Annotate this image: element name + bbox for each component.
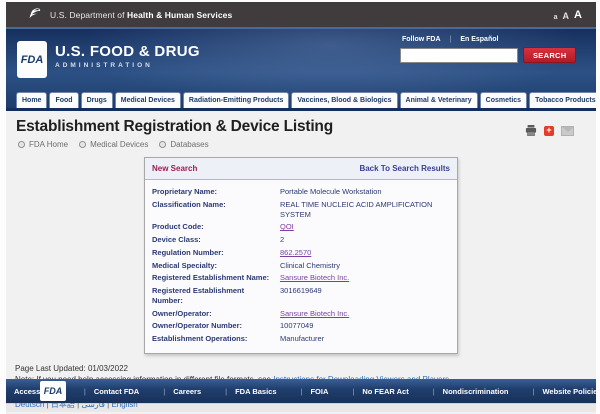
field-label: Medical Specialty: <box>152 261 280 271</box>
breadcrumb-databases[interactable]: Databases <box>159 140 208 149</box>
table-row: Establishment Operations: Manufacturer <box>152 334 450 344</box>
search-button[interactable]: SEARCH <box>523 47 576 63</box>
field-label: Owner/Operator: <box>152 309 280 319</box>
page-action-icons: + <box>525 125 574 136</box>
follow-fda-link[interactable]: Follow FDA <box>402 36 441 43</box>
footer-fda-logo[interactable]: FDA <box>40 381 66 401</box>
field-value: Manufacturer <box>280 334 450 344</box>
dept-label: U.S. Department of Health & Human Servic… <box>50 10 232 20</box>
owner-operator-link[interactable]: Sansure Biotech Inc. <box>280 309 450 319</box>
tab-medical-devices[interactable]: Medical Devices <box>115 92 181 108</box>
footer-link-fda-basics[interactable]: FDA Basics <box>227 387 302 396</box>
footer-link-website-policies[interactable]: Website Policies / Privacy <box>534 387 600 396</box>
field-label: Establishment Operations: <box>152 334 280 344</box>
main-content: Establishment Registration & Device List… <box>6 111 596 379</box>
record-table: Proprietary Name: Portable Molecule Work… <box>145 180 457 353</box>
fda-header: FDA U.S. FOOD & DRUG ADMINISTRATION Foll… <box>6 27 596 111</box>
footer-link-no-fear-act[interactable]: No FEAR Act <box>354 387 434 396</box>
field-value: Portable Molecule Workstation <box>280 187 450 197</box>
tab-drugs[interactable]: Drugs <box>81 92 113 108</box>
breadcrumb-bullet-icon <box>18 141 25 148</box>
font-size-controls: a A A <box>554 9 588 21</box>
breadcrumb-fda-home[interactable]: FDA Home <box>18 140 68 149</box>
field-label: Registered Establishment Name: <box>152 273 280 283</box>
tab-food[interactable]: Food <box>49 92 78 108</box>
last-updated-text: Page Last Updated: 01/03/2022 <box>15 363 586 375</box>
fda-page: U.S. Department of Health & Human Servic… <box>6 2 596 414</box>
header-right: Follow FDA | En Español SEARCH <box>400 36 572 63</box>
agency-name-line2: ADMINISTRATION <box>55 62 200 69</box>
tab-home[interactable]: Home <box>16 92 47 108</box>
breadcrumb-label: Medical Devices <box>90 140 148 149</box>
new-search-link[interactable]: New Search <box>152 164 197 173</box>
print-icon[interactable] <box>525 125 537 136</box>
font-size-medium-button[interactable]: A <box>563 11 570 21</box>
breadcrumb: FDA Home Medical Devices Databases <box>6 136 596 149</box>
footer-link-foia[interactable]: FOIA <box>302 387 354 396</box>
table-row: Owner/Operator Number: 10077049 <box>152 321 450 331</box>
table-row: Device Class: 2 <box>152 235 450 245</box>
table-row: Registered Establishment Name: Sansure B… <box>152 273 450 283</box>
field-value: 3016619649 <box>280 286 450 306</box>
header-link-separator: | <box>450 36 452 43</box>
dept-bold: Health & Human Services <box>127 10 232 20</box>
back-to-search-results-link[interactable]: Back To Search Results <box>359 164 450 173</box>
font-size-large-button[interactable]: A <box>574 9 582 21</box>
tab-radiation-emitting-products[interactable]: Radiation-Emitting Products <box>183 92 290 108</box>
table-row: Regulation Number: 862.2570 <box>152 248 450 258</box>
table-row: Registered Establishment Number: 3016619… <box>152 286 450 306</box>
hhs-top-bar: U.S. Department of Health & Human Servic… <box>6 2 596 27</box>
table-row: Product Code: QOI <box>152 222 450 232</box>
device-record-panel: New Search Back To Search Results Propri… <box>144 157 458 354</box>
breadcrumb-label: FDA Home <box>29 140 68 149</box>
product-code-link[interactable]: QOI <box>280 222 450 232</box>
share-icon[interactable]: + <box>544 126 554 136</box>
field-value: REAL TIME NUCLEIC ACID AMPLIFICATION SYS… <box>280 200 450 220</box>
field-label: Regulation Number: <box>152 248 280 258</box>
hhs-eagle-icon <box>28 8 43 21</box>
footer-link-nondiscrimination[interactable]: Nondiscrimination <box>435 387 535 396</box>
tab-animal-veterinary[interactable]: Animal & Veterinary <box>400 92 478 108</box>
registered-establishment-name-link[interactable]: Sansure Biotech Inc. <box>280 273 450 283</box>
table-row: Owner/Operator: Sansure Biotech Inc. <box>152 309 450 319</box>
breadcrumb-label: Databases <box>170 140 208 149</box>
field-label: Device Class: <box>152 235 280 245</box>
font-size-small-button[interactable]: a <box>554 14 558 21</box>
agency-name: U.S. FOOD & DRUG ADMINISTRATION <box>55 43 200 69</box>
fda-logo[interactable]: FDA <box>17 41 47 78</box>
email-icon[interactable] <box>561 126 574 136</box>
field-value: 10077049 <box>280 321 450 331</box>
field-label: Product Code: <box>152 222 280 232</box>
panel-header: New Search Back To Search Results <box>145 158 457 180</box>
dept-prefix: U.S. Department of <box>50 10 125 20</box>
tab-tobacco-products[interactable]: Tobacco Products <box>529 92 596 108</box>
table-row: Medical Specialty: Clinical Chemistry <box>152 261 450 271</box>
field-label: Proprietary Name: <box>152 187 280 197</box>
footer-link-careers[interactable]: Careers <box>165 387 227 396</box>
page-title: Establishment Registration & Device List… <box>6 111 596 136</box>
main-nav: Home Food Drugs Medical Devices Radiatio… <box>16 92 596 108</box>
regulation-number-link[interactable]: 862.2570 <box>280 248 450 258</box>
agency-name-line1: U.S. FOOD & DRUG <box>55 43 200 60</box>
table-row: Proprietary Name: Portable Molecule Work… <box>152 187 450 197</box>
field-value: 2 <box>280 235 450 245</box>
field-label: Registered Establishment Number: <box>152 286 280 306</box>
table-row: Classification Name: REAL TIME NUCLEIC A… <box>152 200 450 220</box>
breadcrumb-bullet-icon <box>79 141 86 148</box>
footer-links: Accessibility Contact FDA Careers FDA Ba… <box>6 387 600 396</box>
en-espanol-link[interactable]: En Español <box>460 36 498 43</box>
tab-cosmetics[interactable]: Cosmetics <box>480 92 527 108</box>
field-value: Clinical Chemistry <box>280 261 450 271</box>
browser-viewport: U.S. Department of Health & Human Servic… <box>0 0 600 414</box>
breadcrumb-bullet-icon <box>159 141 166 148</box>
breadcrumb-medical-devices[interactable]: Medical Devices <box>79 140 148 149</box>
tab-vaccines-blood-biologics[interactable]: Vaccines, Blood & Biologics <box>291 92 397 108</box>
footer-bar: FDA Accessibility Contact FDA Careers FD… <box>6 379 596 403</box>
search-bar: SEARCH <box>400 47 572 63</box>
field-label: Owner/Operator Number: <box>152 321 280 331</box>
header-links: Follow FDA | En Español <box>400 36 572 43</box>
search-input[interactable] <box>400 48 518 63</box>
footer-link-contact-fda[interactable]: Contact FDA <box>86 387 165 396</box>
field-label: Classification Name: <box>152 200 280 220</box>
